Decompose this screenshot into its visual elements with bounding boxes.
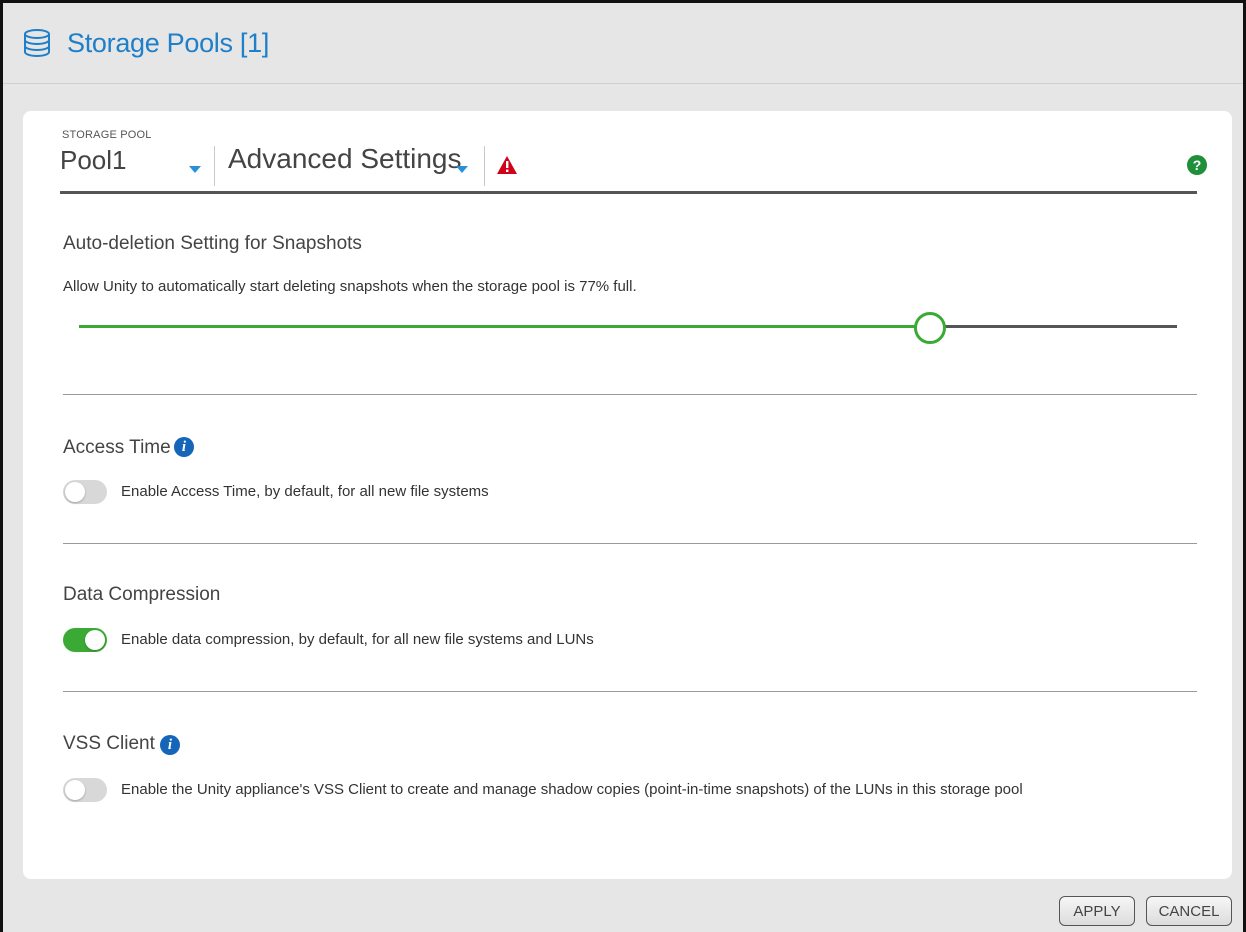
title-bar: Storage Pools [1] [3,3,1243,84]
toggle-knob [65,482,85,502]
auto-deletion-description: Allow Unity to automatically start delet… [63,278,637,295]
help-circle-icon[interactable]: ? [1187,155,1207,175]
apply-button[interactable]: APPLY [1059,896,1135,926]
pool-header: STORAGE POOL Pool1 Advanced Settings ? [60,127,1207,194]
settings-panel: STORAGE POOL Pool1 Advanced Settings ? A… [23,111,1232,879]
slider-track-filled [79,325,917,328]
toggle-knob [85,630,105,650]
data-compression-title: Data Compression [63,584,221,605]
access-time-toggle[interactable] [63,480,107,504]
section-divider [63,394,1197,395]
cancel-button[interactable]: CANCEL [1146,896,1232,926]
page-title: Storage Pools [1] [67,27,270,58]
header-divider [484,146,485,186]
slider-track-empty [941,325,1177,328]
info-icon[interactable]: i [174,437,194,457]
database-icon [21,27,53,59]
chevron-down-icon [189,166,201,173]
vss-client-toggle-label: Enable the Unity appliance's VSS Client … [121,781,1023,798]
vss-client-title: VSS Client [63,733,155,754]
access-time-title: Access Time [63,437,171,458]
section-divider [63,691,1197,692]
header-divider [214,146,215,186]
info-icon[interactable]: i [160,735,180,755]
access-time-toggle-label: Enable Access Time, by default, for all … [121,483,489,500]
data-compression-toggle[interactable] [63,628,107,652]
storage-pool-select[interactable]: Pool1 [60,127,210,189]
data-compression-toggle-label: Enable data compression, by default, for… [121,631,594,648]
chevron-down-icon [456,166,468,173]
toggle-knob [65,780,85,800]
section-divider [63,543,1197,544]
view-select[interactable]: Advanced Settings [226,127,488,189]
auto-deletion-title: Auto-deletion Setting for Snapshots [63,233,362,254]
slider-handle[interactable] [914,312,946,344]
storage-pools-window: Storage Pools [1] STORAGE POOL Pool1 Adv… [0,0,1246,932]
storage-pool-value: Pool1 [60,145,127,175]
warning-triangle-icon[interactable] [496,155,518,175]
view-select-value: Advanced Settings [228,143,462,174]
vss-client-toggle[interactable] [63,778,107,802]
